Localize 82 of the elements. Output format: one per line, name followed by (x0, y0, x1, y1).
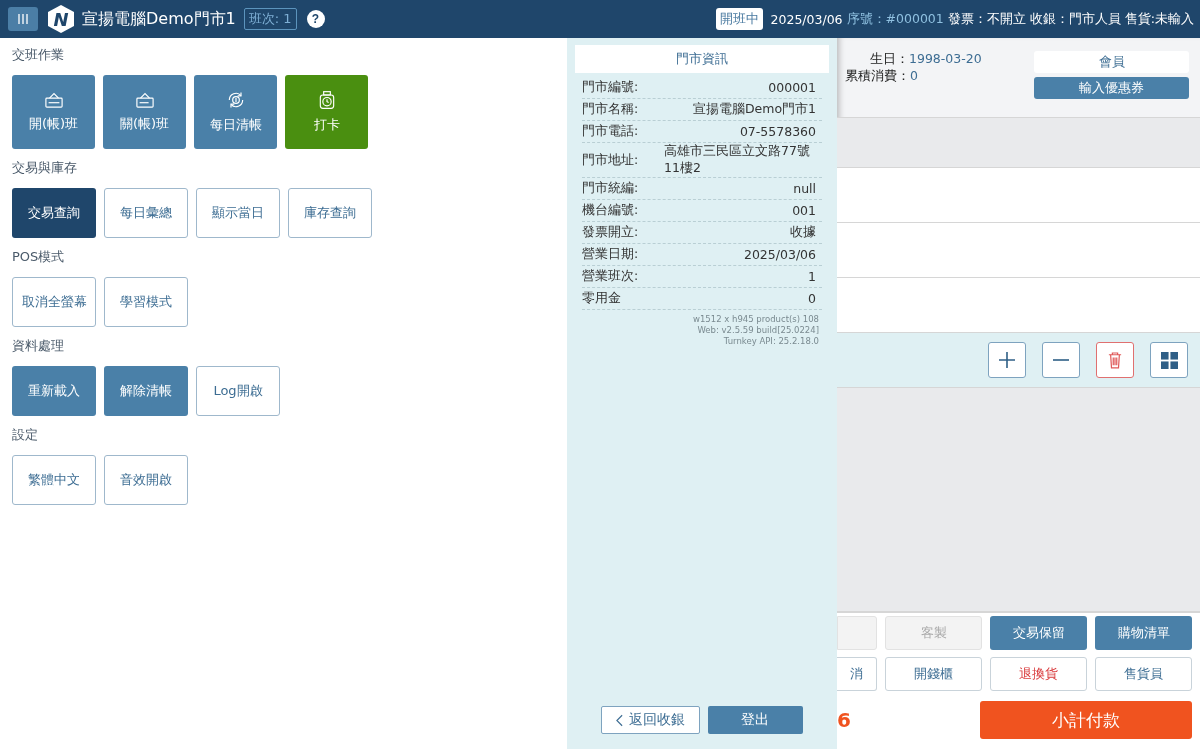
minus-button[interactable] (1042, 342, 1080, 378)
help-button[interactable]: ? (306, 10, 325, 28)
menu-button[interactable]: 重新載入 (12, 366, 96, 416)
spend-label: 累積消費： (845, 68, 910, 85)
info-label: 營業日期: (582, 246, 639, 263)
section-title: 交易與庫存 (12, 159, 78, 177)
menu-button[interactable]: 交易查詢 (12, 188, 96, 238)
plus-icon (997, 350, 1017, 370)
info-label: 門市名稱: (582, 101, 639, 118)
version-text: Web: v2.5.59 build[25.0224] (696, 325, 819, 336)
menu-button[interactable]: 庫存查詢 (288, 188, 372, 238)
menu-button[interactable]: 繁體中文 (12, 455, 96, 505)
menu-button[interactable]: 關(帳)班 (103, 75, 186, 149)
logout-button[interactable]: 登出 (708, 706, 803, 734)
member-button[interactable]: 會員 (1034, 51, 1189, 73)
birthday-label: 生日： (870, 51, 909, 68)
info-label: 門市統編: (582, 180, 639, 197)
info-value: 001 (792, 203, 816, 218)
menu-button[interactable]: 解除清帳 (104, 366, 188, 416)
version-text: Turnkey API: 25.2.18.0 (722, 336, 819, 347)
menu-button[interactable]: 取消全螢幕 (12, 277, 96, 327)
grid-icon (1160, 351, 1178, 369)
action-button[interactable]: 購物清單 (1095, 616, 1192, 650)
spend-value: 0 (910, 68, 918, 85)
info-label: 機台編號: (582, 202, 639, 219)
grid-button[interactable] (1150, 342, 1188, 378)
menu-button[interactable]: 開(帳)班 (12, 75, 95, 149)
serial-number: 序號：#000001 (846, 10, 944, 28)
trash-icon (1108, 351, 1122, 369)
shift-badge: 班次: 1 (243, 8, 297, 30)
info-value: 0 (808, 291, 816, 306)
info-value: 07-5578360 (739, 124, 816, 139)
info-value: null (793, 181, 816, 196)
action-button[interactable]: 交易保留 (990, 616, 1087, 650)
hanging-sign-icon (42, 91, 65, 109)
chevron-left-icon (616, 713, 623, 727)
minus-icon (1051, 358, 1071, 362)
status-badge: 開班中 (715, 8, 763, 30)
section-title: POS模式 (12, 248, 66, 266)
cashier-info: 收銀：門市人員 (1029, 10, 1121, 28)
back-button[interactable]: 返回收銀 (601, 706, 700, 734)
logo: N (48, 5, 74, 33)
section-title: 設定 (12, 426, 39, 444)
info-label: 發票開立: (582, 224, 639, 241)
info-label: 門市電話: (582, 123, 639, 140)
action-button[interactable]: 開錢櫃 (885, 657, 982, 691)
menu-button[interactable]: 打卡 (285, 75, 368, 149)
menu-button[interactable]: 學習模式 (104, 277, 188, 327)
info-value: 收據 (790, 224, 816, 241)
info-value: 2025/03/06 (743, 247, 816, 262)
menu-button[interactable]: Log開啟 (196, 366, 280, 416)
info-label: 門市地址: (582, 151, 639, 169)
section-title: 資料處理 (12, 337, 65, 355)
menu-button[interactable]: 音效開啟 (104, 455, 188, 505)
info-value: 000001 (768, 80, 816, 95)
menu-icon (17, 13, 29, 25)
panel-title: 門市資訊 (575, 45, 829, 73)
plus-button[interactable] (988, 342, 1026, 378)
trash-button[interactable] (1096, 342, 1134, 378)
menu-button[interactable]: 顯示當日 (196, 188, 280, 238)
info-label: 門市編號: (582, 79, 639, 96)
hanging-sign-icon (133, 91, 156, 109)
version-text: w1512 x h945 product(s) 108 (692, 314, 819, 325)
action-button[interactable]: 售貨員 (1095, 657, 1192, 691)
info-value: 1 (808, 269, 816, 284)
store-name: 宣揚電腦Demo門市1 (82, 8, 236, 30)
info-label: 零用金 (582, 290, 621, 307)
menu-button[interactable]: 每日清帳 (194, 75, 277, 149)
action-button[interactable]: 消 (837, 657, 877, 691)
section-title: 交班作業 (12, 46, 65, 64)
menu-button[interactable] (8, 7, 38, 31)
info-label: 營業班次: (582, 268, 639, 285)
birthday-value: 1998-03-20 (909, 51, 982, 68)
coupon-button[interactable]: 輸入優惠券 (1034, 77, 1189, 99)
invoice-info: 發票：不開立 (947, 10, 1026, 28)
checkout-button[interactable]: 小計付款 (980, 701, 1192, 739)
menu-button[interactable]: 每日彙總 (104, 188, 188, 238)
info-value: 宣揚電腦Demo門市1 (692, 101, 816, 118)
total-amount: 6 (837, 708, 851, 732)
seller-info: 售貨:未輸入 (1124, 10, 1194, 28)
action-button[interactable]: 退換貨 (990, 657, 1087, 691)
business-date: 2025/03/06 (770, 11, 843, 27)
